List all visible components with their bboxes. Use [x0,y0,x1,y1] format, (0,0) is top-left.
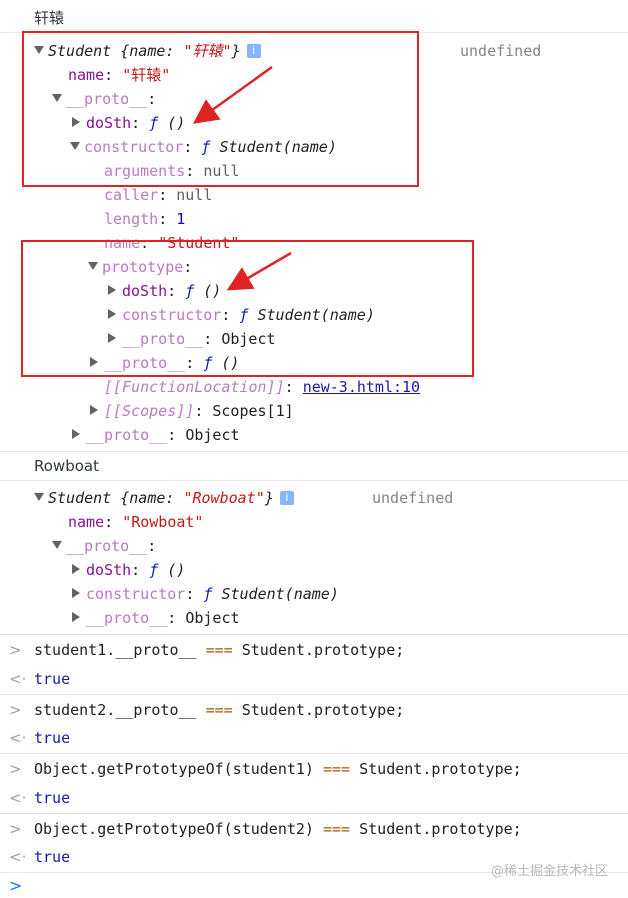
arrow-to-dosth-1 [192,65,273,124]
annotation-arrows [192,65,292,291]
arrow-to-dosth-2 [226,251,292,291]
